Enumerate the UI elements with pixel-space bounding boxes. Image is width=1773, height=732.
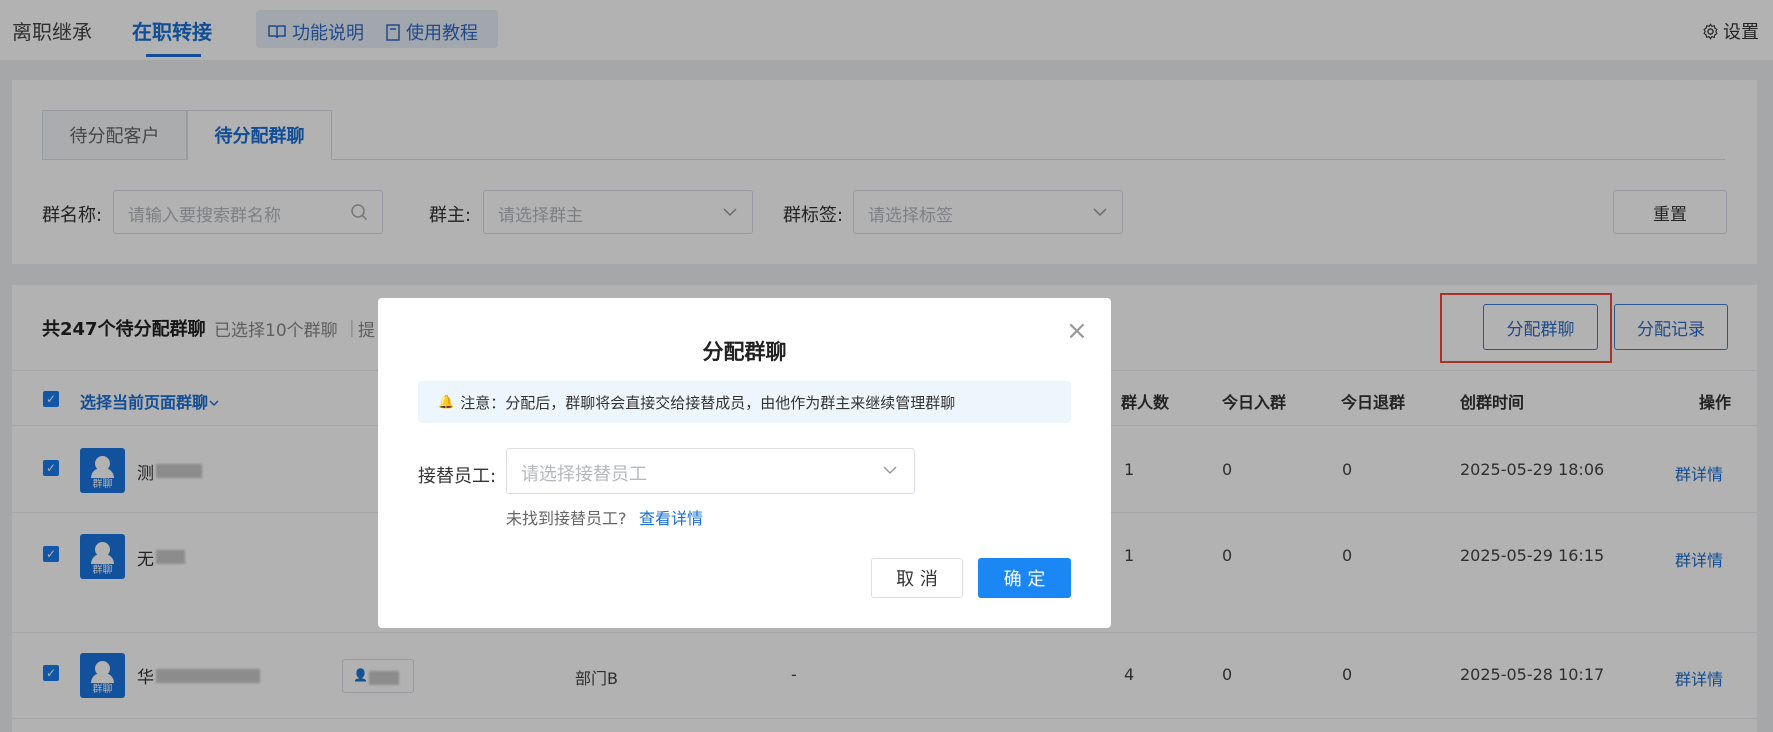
view-details-link[interactable]: 查看详情: [639, 505, 703, 529]
notice-banner: 🔔 注意：分配后，群聊将会直接交给接替成员，由他作为群主来继续管理群聊: [418, 381, 1071, 423]
close-icon[interactable]: ×: [1066, 318, 1088, 344]
cancel-button[interactable]: 取 消: [871, 558, 963, 598]
notice-text: 注意：分配后，群聊将会直接交给接替成员，由他作为群主来继续管理群聊: [460, 393, 956, 412]
dialog-title: 分配群聊: [702, 340, 787, 364]
bell-icon: 🔔: [438, 394, 455, 410]
chevron-down-icon: [883, 466, 897, 475]
successor-placeholder: 请选择接替员工: [521, 464, 647, 485]
confirm-button[interactable]: 确 定: [978, 558, 1071, 598]
helper-text: 未找到接替员工?: [506, 509, 627, 528]
successor-label: 接替员工:: [418, 466, 497, 487]
assign-group-dialog: 分配群聊 × 🔔 注意：分配后，群聊将会直接交给接替成员，由他作为群主来继续管理…: [378, 298, 1111, 628]
successor-select[interactable]: 请选择接替员工: [506, 448, 915, 494]
